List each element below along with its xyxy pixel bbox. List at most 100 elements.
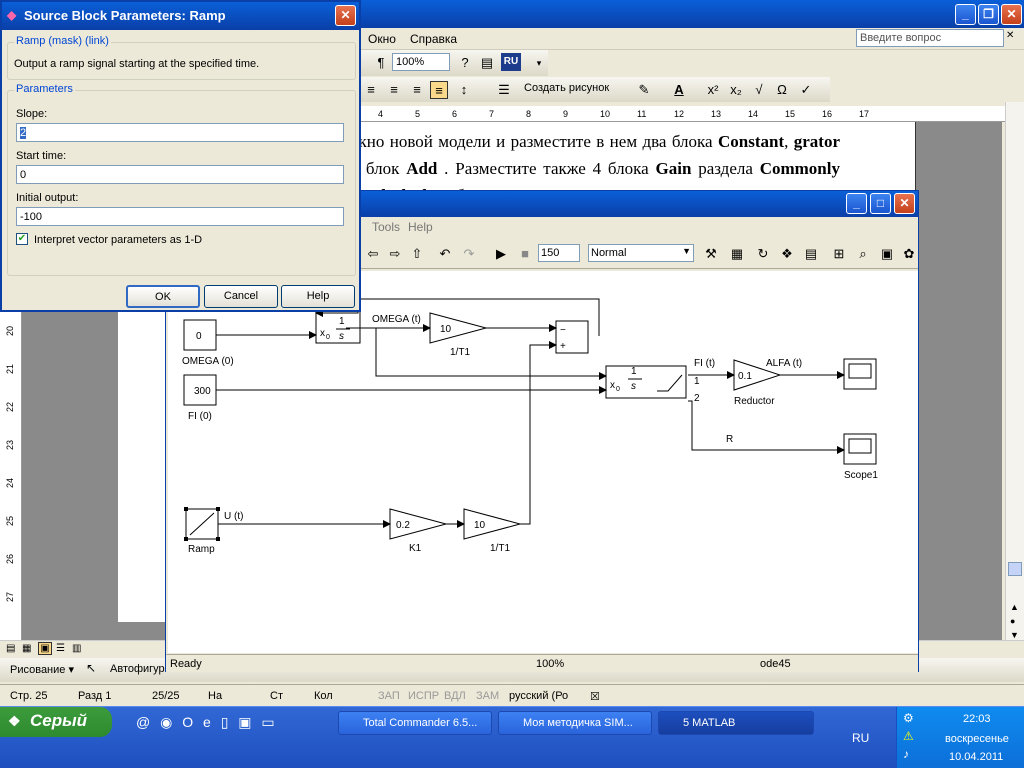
language-badge[interactable]: RU [501, 53, 521, 71]
debug-icon[interactable]: ⊞ [830, 245, 848, 263]
subscript-icon[interactable]: x₂ [727, 81, 745, 99]
vertical-scrollbar[interactable]: ▲ ● ▼ [1005, 102, 1024, 642]
update-diagram-icon[interactable]: ▦ [728, 245, 746, 263]
profiler-icon[interactable]: ⌕ [854, 245, 872, 263]
numbering-icon[interactable]: ☰ [495, 81, 513, 99]
signal-gain3-out[interactable] [520, 341, 557, 525]
print-view-icon[interactable]: ▣ [38, 642, 52, 655]
align-left-icon[interactable]: ≡ [362, 81, 380, 99]
prev-page-icon[interactable]: ▲ [1010, 602, 1019, 612]
model-explorer-icon[interactable]: ▤ [802, 245, 820, 263]
horizontal-ruler[interactable]: 4 5 6 7 8 9 10 11 12 13 14 15 16 17 [340, 106, 1005, 122]
status-trk[interactable]: ИСПР [408, 690, 439, 702]
align-center-icon[interactable]: ≡ [385, 81, 403, 99]
report-icon[interactable]: ▣ [878, 245, 896, 263]
next-page-icon[interactable]: ▼ [1010, 630, 1019, 640]
pilcrow-icon[interactable]: ¶ [372, 54, 390, 72]
tray-network-icon[interactable]: ⚙ [903, 711, 914, 725]
tray-warning-icon[interactable]: ⚠ [903, 729, 914, 743]
align-right-icon[interactable]: ≡ [408, 81, 426, 99]
toolbar-options-icon[interactable]: ▾ [530, 54, 548, 72]
library-browser-icon[interactable]: ❖ [778, 245, 796, 263]
close-doc-icon[interactable]: ✕ [1006, 30, 1014, 41]
up-icon[interactable]: ⇧ [408, 245, 426, 263]
ok-button[interactable]: OK [126, 285, 200, 308]
reading-icon[interactable]: ▤ [478, 54, 496, 72]
browse-object-icon[interactable]: ● [1010, 616, 1015, 626]
stop-time-input[interactable]: 150 [538, 244, 580, 262]
interpret-vector-checkbox[interactable]: ✔ [16, 233, 28, 245]
font-color-icon[interactable]: A [670, 81, 688, 99]
menu-help[interactable]: Справка [410, 32, 457, 46]
sim-menu-tools[interactable]: Tools [372, 220, 400, 234]
task-total-commander[interactable]: Total Commander 6.5... [338, 711, 492, 735]
notepad-icon[interactable]: ▯ [221, 714, 229, 730]
model-canvas[interactable]: 0 OMEGA (0) 1 s x 0 OMEGA (t) 10 1/T1 − … [168, 271, 918, 653]
minimize-button[interactable]: _ [955, 4, 976, 25]
redo-icon[interactable]: ↷ [460, 245, 478, 263]
status-ovr[interactable]: ЗАМ [476, 690, 499, 702]
sim-menu-help[interactable]: Help [408, 220, 433, 234]
sim-minimize-button[interactable]: _ [846, 193, 867, 214]
stop-simulation-icon[interactable]: ■ [516, 245, 534, 263]
cancel-button[interactable]: Cancel [204, 285, 278, 308]
status-language[interactable]: русский (Ро [509, 690, 568, 702]
web-view-icon[interactable]: ▦ [22, 643, 31, 654]
integrator-limited-block[interactable] [605, 365, 687, 399]
autoshapes-menu[interactable]: Автофигуры [110, 663, 173, 675]
signal-r[interactable] [688, 400, 845, 454]
zoom-select[interactable]: 100% [392, 53, 450, 71]
start-time-input[interactable]: 0 [16, 165, 344, 184]
help-button[interactable]: Help [281, 285, 355, 308]
keyboard-language[interactable]: RU [852, 731, 869, 745]
settings-icon[interactable]: ✿ [900, 245, 918, 263]
initial-output-input[interactable]: -100 [16, 207, 344, 226]
explorer-icon[interactable]: ▣ [238, 714, 251, 730]
gain-1-t1-block[interactable] [429, 312, 488, 344]
forward-icon[interactable]: ⇨ [386, 245, 404, 263]
start-button[interactable]: ❖ Серый [0, 707, 112, 737]
normal-view-icon[interactable]: ▤ [6, 643, 15, 654]
ask-question-input[interactable]: Введите вопрос [856, 29, 1004, 47]
superscript-icon[interactable]: x² [704, 81, 722, 99]
spelling-icon[interactable]: ✓ [797, 81, 815, 99]
highlight-icon[interactable]: ✎ [635, 81, 653, 99]
block-diagram[interactable]: 0 OMEGA (0) 1 s x 0 OMEGA (t) 10 1/T1 − … [168, 271, 918, 653]
task-matlab[interactable]: 5 MATLAB [658, 711, 814, 735]
opera-icon[interactable]: O [182, 714, 193, 730]
outline-view-icon[interactable]: ☰ [56, 643, 65, 654]
line-spacing-icon[interactable]: ↕ [455, 81, 473, 99]
refresh-icon[interactable]: ↻ [754, 245, 772, 263]
spelling-status-icon[interactable]: ☒ [590, 690, 600, 703]
firefox-icon[interactable]: ◉ [160, 714, 172, 730]
reading-view-icon[interactable]: ▥ [72, 643, 81, 654]
build-icon[interactable]: ⚒ [702, 245, 720, 263]
close-button[interactable]: ✕ [1001, 4, 1022, 25]
back-icon[interactable]: ⇦ [364, 245, 382, 263]
gain-3-t1-block[interactable] [463, 508, 522, 540]
restore-button[interactable]: ❐ [978, 4, 999, 25]
undo-icon[interactable]: ↶ [436, 245, 454, 263]
symbol-icon[interactable]: Ω [773, 81, 791, 99]
status-ext[interactable]: ВДЛ [444, 690, 466, 702]
create-picture-button[interactable]: Создать рисунок [524, 82, 609, 94]
draw-menu[interactable]: Рисование ▾ [10, 663, 74, 676]
help-icon[interactable]: ? [456, 54, 474, 72]
ie-alt-icon[interactable]: e [203, 714, 211, 730]
slope-input[interactable]: 2 [16, 123, 344, 142]
select-pointer-icon[interactable]: ↖ [86, 661, 96, 675]
justify-icon[interactable]: ≡ [430, 81, 448, 99]
chat-icon[interactable]: ▭ [261, 714, 274, 730]
ie-icon[interactable]: @ [136, 714, 150, 730]
status-rec[interactable]: ЗАП [378, 690, 400, 702]
scroll-thumb[interactable] [1008, 562, 1022, 576]
start-simulation-icon[interactable]: ▶ [492, 245, 510, 263]
signal-omega-branch[interactable] [375, 328, 607, 380]
equation-icon[interactable]: √ [750, 81, 768, 99]
tray-volume-icon[interactable]: ♪ [903, 747, 909, 761]
simulation-mode-select[interactable]: Normal ▼ [588, 244, 694, 262]
task-word-document[interactable]: Моя методичка SIM... [498, 711, 652, 735]
sim-close-button[interactable]: ✕ [894, 193, 915, 214]
dialog-close-button[interactable]: ✕ [335, 5, 356, 26]
sim-maximize-button[interactable]: □ [870, 193, 891, 214]
